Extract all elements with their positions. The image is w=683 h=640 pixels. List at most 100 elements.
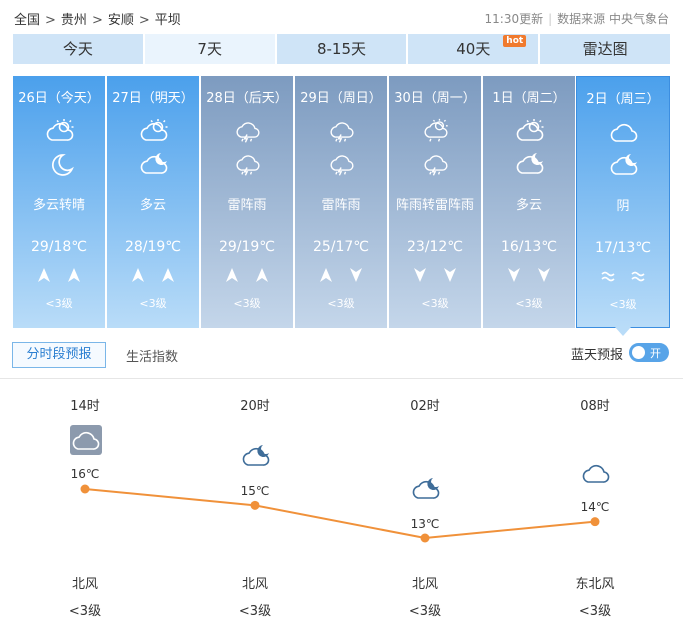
wind-north-icon (38, 268, 50, 282)
day-temp: 16/13℃ (500, 239, 558, 255)
day-weather: 多云转晴 (32, 198, 85, 213)
tab-7days[interactable]: 7天 (144, 34, 275, 64)
day-wind-level: <3级 (515, 297, 543, 310)
thunderstorm-icon (330, 155, 354, 176)
day-date: 2日（周三） (586, 92, 660, 107)
day-weather: 雷阵雨 (321, 198, 361, 213)
thunderstorm-icon (424, 155, 448, 176)
hourly-temp-line (80, 484, 600, 543)
wind-north-icon (256, 268, 268, 282)
wind-south-icon (508, 268, 520, 282)
day-temp: 17/13℃ (594, 240, 652, 256)
breadcrumb-sep: > (91, 13, 103, 28)
day-card[interactable]: 1日（周二） 多云 16/13℃ <3级 (483, 76, 575, 328)
divider: | (548, 12, 553, 26)
day-weather: 阵雨转雷阵雨 (395, 198, 474, 213)
partly-sunny-icon (516, 118, 545, 141)
tab-today[interactable]: 今天 (13, 34, 143, 64)
wind-north-icon (320, 268, 332, 282)
partly-sunny-icon (140, 118, 169, 141)
sunny-shower-icon (424, 118, 449, 143)
temp-point (80, 484, 90, 494)
tab-label: 40天 (456, 40, 491, 58)
hour-wind: 北风 (241, 577, 268, 592)
blue-sky-toggle[interactable]: 开 (629, 343, 669, 362)
forecast-tabs: 今天 7天 8-15天 40天 hot 雷达图 (13, 34, 670, 64)
breadcrumb-province[interactable]: 贵州 (61, 13, 87, 28)
tab-40days[interactable]: 40天 hot (408, 34, 539, 64)
cloudy-night-icon (140, 153, 168, 174)
day-date: 29日（周日） (300, 91, 382, 106)
day-temp: 29/19℃ (218, 239, 276, 255)
day-card[interactable]: 26日（今天） 多云转晴 29/18℃ <3级 (13, 76, 105, 328)
tab-label: 8-15天 (316, 40, 367, 58)
tab-label: 7天 (197, 40, 222, 58)
blue-sky-label: 蓝天预报 (571, 348, 624, 363)
partly-sunny-icon (46, 118, 75, 141)
wind-wave-icon (631, 271, 645, 282)
wind-south-icon (538, 268, 550, 282)
hour-wind-level: <3级 (238, 604, 272, 619)
wind-south-icon (414, 268, 426, 282)
tab-8-15days[interactable]: 8-15天 (276, 34, 407, 64)
breadcrumb-sep: > (45, 13, 56, 28)
day-card-selected[interactable]: 2日（周三） 阴 17/13℃ <3级 (576, 76, 670, 336)
tab-life-index[interactable]: 生活指数 (126, 346, 178, 365)
breadcrumb-country[interactable]: 全国 (14, 13, 40, 28)
day-weather: 雷阵雨 (227, 198, 267, 213)
breadcrumb-sep: > (138, 13, 150, 28)
divider (0, 378, 683, 379)
top-bar: 全国 > 贵州 > 安顺 > 平坝 11:30更新 | 数据来源 中央气象台 (14, 9, 669, 29)
hour-wind-level: <3级 (68, 604, 102, 619)
breadcrumb: 全国 > 贵州 > 安顺 > 平坝 (14, 9, 181, 28)
thunderstorm-icon (236, 122, 260, 143)
breadcrumb-city[interactable]: 安顺 (108, 13, 134, 28)
update-info: 11:30更新 | 数据来源 中央气象台 (485, 10, 669, 27)
day-card[interactable]: 27日（明天） 多云 28/19℃ <3级 (107, 76, 199, 328)
wind-north-icon (162, 268, 174, 282)
data-source: 数据来源 中央气象台 (557, 12, 669, 26)
day-date: 26日（今天） (18, 91, 100, 106)
day-temp: 29/18℃ (30, 239, 88, 255)
wind-wave-icon (601, 271, 615, 282)
moon-icon (51, 154, 73, 176)
thunderstorm-icon (236, 155, 260, 176)
temp-point (420, 533, 430, 543)
wind-north-icon (132, 268, 144, 282)
wind-north-icon (68, 268, 80, 282)
day-wind-level: <3级 (233, 297, 261, 310)
hour-wind: 北风 (411, 577, 438, 592)
day-weather: 多云 (515, 198, 542, 213)
day-temp: 28/19℃ (124, 239, 182, 255)
day-date: 1日（周二） (492, 91, 566, 106)
day-weather: 阴 (616, 199, 630, 214)
tab-label: 雷达图 (582, 40, 628, 58)
tab-hourly-forecast[interactable]: 分时段预报 (12, 342, 106, 368)
hot-badge: hot (503, 35, 527, 47)
day-temp: 23/12℃ (406, 239, 464, 255)
hour-wind-level: <3级 (578, 604, 612, 619)
day-weather: 多云 (139, 198, 166, 213)
tab-radar[interactable]: 雷达图 (540, 34, 670, 64)
overcast-icon (610, 123, 638, 142)
day-card[interactable]: 28日（后天） 雷阵雨 29/19℃ <3级 (201, 76, 293, 328)
hour-wind: 东北风 (575, 577, 615, 592)
cloudy-night-icon (516, 153, 544, 174)
toggle-knob (632, 346, 645, 359)
day-wind-level: <3级 (327, 297, 355, 310)
tab-label: 今天 (62, 40, 93, 58)
hour-wind: 北风 (71, 577, 98, 592)
cloudy-night-icon (610, 154, 638, 175)
day-temp: 25/17℃ (312, 239, 370, 255)
wind-north-icon (226, 268, 238, 282)
temp-point (590, 517, 600, 527)
day-wind-level: <3级 (421, 297, 449, 310)
day-date: 30日（周一） (394, 91, 476, 106)
day-card[interactable]: 30日（周一） 阵雨转雷阵雨 23/12℃ <3级 (389, 76, 481, 328)
thunderstorm-icon (330, 122, 354, 143)
wind-south-icon (444, 268, 456, 282)
toggle-text: 开 (650, 347, 661, 360)
temp-point (250, 500, 260, 510)
day-card[interactable]: 29日（周日） 雷阵雨 25/17℃ <3级 (295, 76, 387, 328)
seven-day-forecast: 26日（今天） 多云转晴 29/18℃ <3级 27日（明天） 多云 28/19… (13, 76, 670, 336)
